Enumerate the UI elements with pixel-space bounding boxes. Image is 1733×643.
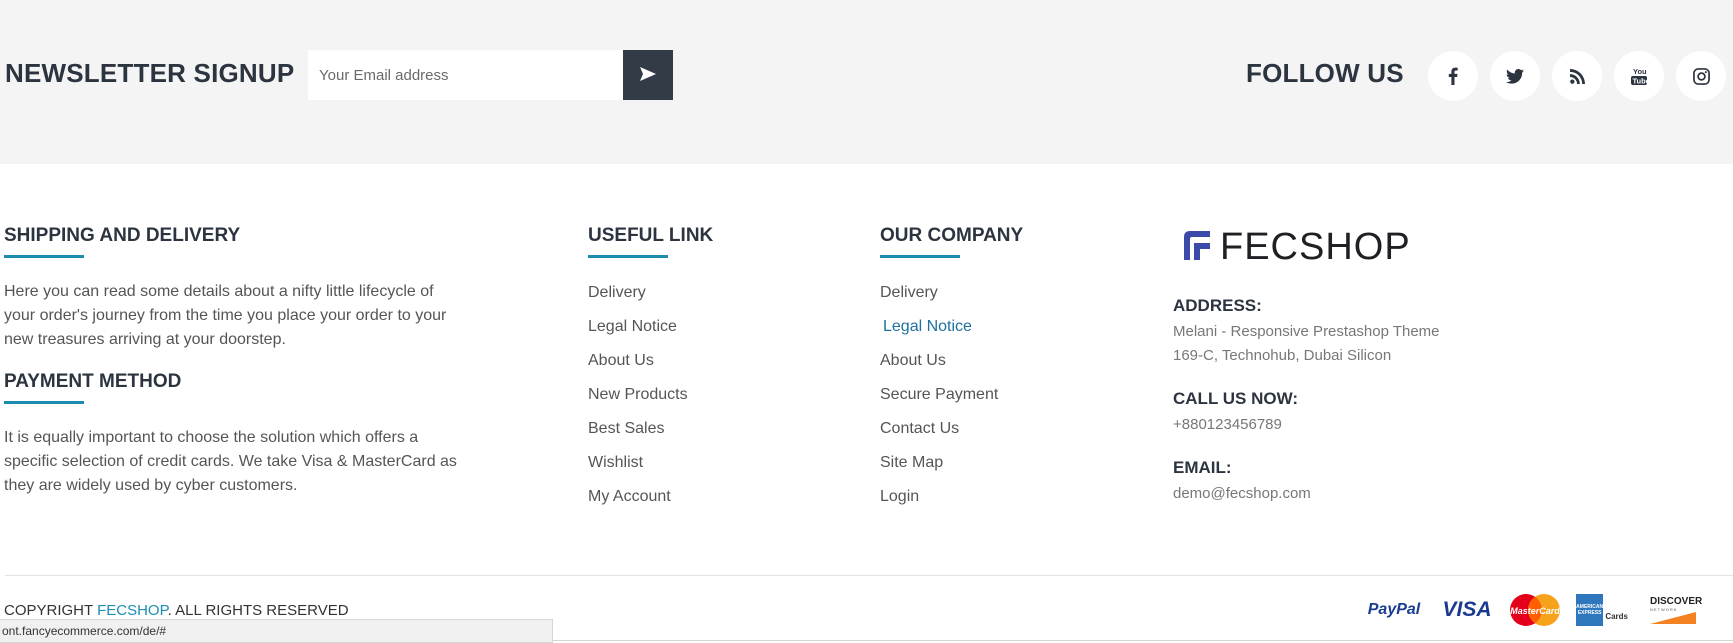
mastercard-icon: MasterCard [1508,593,1562,627]
useful-link-best-sales[interactable]: Best Sales [588,419,688,453]
paypal-icon: PayPal [1367,601,1421,618]
useful-link-new-products[interactable]: New Products [588,385,688,419]
shipping-delivery-text: Here you can read some details about a n… [4,283,447,348]
email-label: EMAIL: [1173,458,1232,477]
address-label: ADDRESS: [1173,296,1262,315]
our-company-list: Delivery Legal Notice About Us Secure Pa… [880,283,998,521]
newsletter-email-input[interactable] [308,50,624,100]
newsletter-title: NEWSLETTER SIGNUP [5,58,295,88]
company-link-login[interactable]: Login [880,487,998,521]
svg-text:You: You [1633,67,1647,76]
copyright-text: COPYRIGHT FECSHOP. ALL RIGHTS RESERVED [4,602,349,619]
footer-divider [5,575,1733,576]
copyright-prefix: COPYRIGHT [4,602,98,619]
visa-icon: VISA [1442,598,1492,621]
svg-text:Tube: Tube [1633,77,1649,86]
payment-method-title: PAYMENT METHOD [4,371,182,404]
newsletter-band: NEWSLETTER SIGNUP FOLLOW US You Tube [0,0,1733,164]
phone-number: +880123456789 [1173,416,1282,433]
fecshop-logo-icon [1180,227,1214,268]
company-link-secure-payment[interactable]: Secure Payment [880,385,998,419]
browser-status-bar: ont.fancyecommerce.com/de/# [0,619,553,643]
company-link-delivery[interactable]: Delivery [880,283,998,317]
fecshop-logo-text: FECSHOP [1220,226,1411,268]
send-arrow-icon [639,66,657,85]
newsletter-submit-button[interactable] [623,50,673,100]
address-line-1: Melani - Responsive Prestashop Theme [1173,323,1440,340]
fecshop-logo[interactable]: FECSHOP [1180,226,1411,269]
copyright-brand-link[interactable]: FECSHOP [97,602,168,619]
our-company-title: OUR COMPANY [880,225,1024,258]
american-express-icon: AMERICAN EXPRESS Cards [1576,593,1628,627]
useful-link-wishlist[interactable]: Wishlist [588,453,688,487]
useful-link-list: Delivery Legal Notice About Us New Produ… [588,283,688,521]
payment-method-text: It is equally important to choose the so… [4,429,457,494]
company-link-legal-notice[interactable]: Legal Notice [880,317,998,351]
facebook-icon[interactable] [1428,51,1478,101]
call-us-label: CALL US NOW: [1173,389,1298,408]
address-line-2: 169-C, Technohub, Dubai Silicon [1173,347,1392,364]
useful-link-my-account[interactable]: My Account [588,487,688,521]
youtube-icon[interactable]: You Tube [1614,51,1664,101]
useful-link-about-us[interactable]: About Us [588,351,688,385]
twitter-icon[interactable] [1490,51,1540,101]
payment-logos: PayPal VISA MasterCard AMERICAN EXPRESS … [1362,592,1702,628]
status-bar-line [553,640,1733,641]
follow-us-title: FOLLOW US [1246,58,1404,88]
discover-icon: DISCOVER NETWORK [1650,596,1702,624]
copyright-suffix: . ALL RIGHTS RESERVED [167,602,349,619]
useful-link-delivery[interactable]: Delivery [588,283,688,317]
company-link-contact-us[interactable]: Contact Us [880,419,998,453]
company-link-about-us[interactable]: About Us [880,351,998,385]
useful-link-legal-notice[interactable]: Legal Notice [588,317,688,351]
email-address[interactable]: demo@fecshop.com [1173,482,1311,506]
useful-link-title: USEFUL LINK [588,225,714,258]
rss-icon[interactable] [1552,51,1602,101]
company-link-site-map[interactable]: Site Map [880,453,998,487]
shipping-delivery-title: SHIPPING AND DELIVERY [4,225,241,258]
instagram-icon[interactable] [1676,51,1726,101]
